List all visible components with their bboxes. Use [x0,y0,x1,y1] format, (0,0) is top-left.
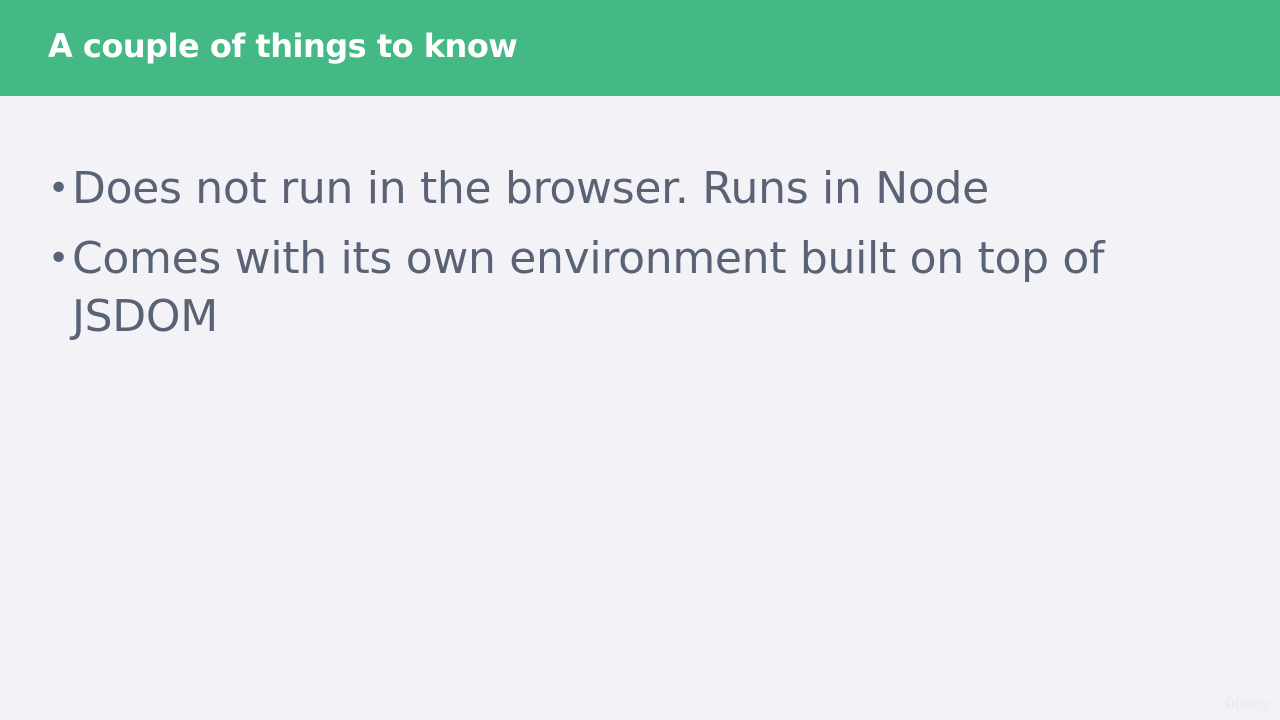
slide-header-bar: A couple of things to know [0,0,1280,96]
slide-title: A couple of things to know [48,27,518,65]
bullet-list: • Does not run in the browser. Runs in N… [48,160,1168,358]
bullet-item: • Does not run in the browser. Runs in N… [48,160,1168,218]
bullet-text: Comes with its own environment built on … [72,233,1105,342]
slide: A couple of things to know • Does not ru… [0,0,1280,720]
udemy-watermark: ûdemy [1225,697,1270,712]
bullet-text: Does not run in the browser. Runs in Nod… [72,163,989,214]
bullet-item: • Comes with its own environment built o… [48,230,1168,346]
bullet-dot-icon: • [48,238,70,279]
bullet-dot-icon: • [48,168,70,209]
